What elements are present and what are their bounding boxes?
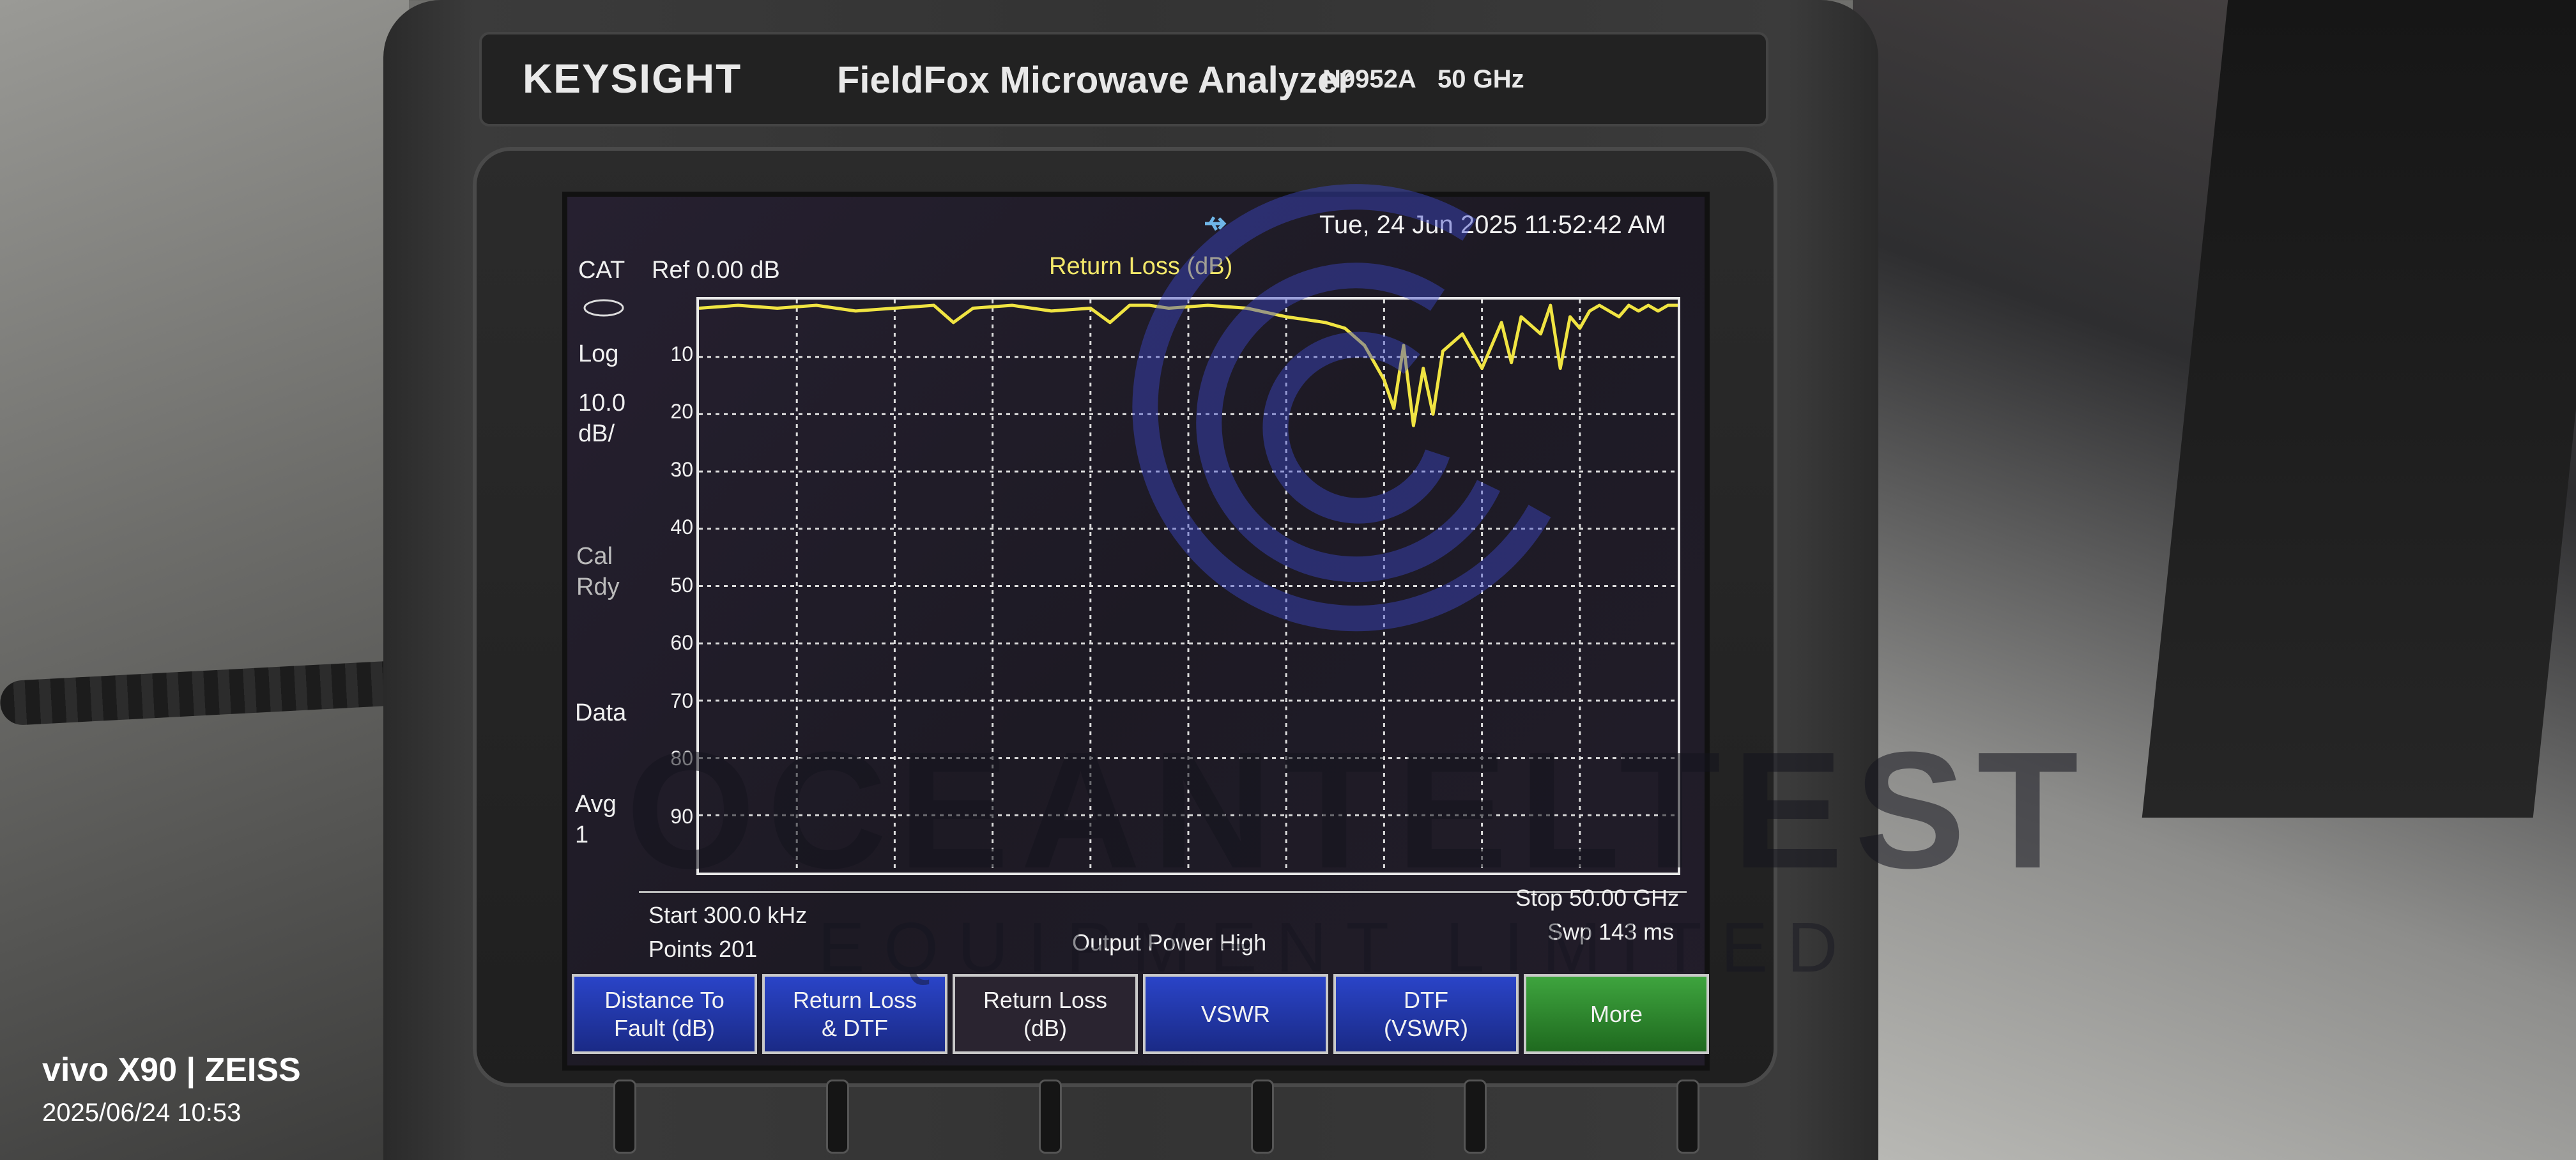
y-tick-label: 10 xyxy=(670,342,693,365)
measurement-title: Return Loss (dB) xyxy=(1049,253,1233,280)
hardware-softkey-row xyxy=(613,1080,1699,1156)
usb-icon xyxy=(1205,216,1227,231)
scale-type: Log xyxy=(578,340,619,367)
hardware-key-2[interactable] xyxy=(825,1080,849,1154)
hardware-key-5[interactable] xyxy=(1464,1080,1487,1154)
cal-status-line2: Rdy xyxy=(576,574,620,600)
y-tick-label: 20 xyxy=(670,400,693,423)
mode-label: CAT xyxy=(578,257,625,284)
status-datetime: Tue, 24 Jun 2025 11:52:42 AM xyxy=(1319,211,1666,239)
instrument-title: FieldFox Microwave Analyzer xyxy=(837,59,1353,101)
camera-timestamp: 2025/06/24 10:53 xyxy=(42,1099,241,1127)
y-tick-label: 60 xyxy=(670,631,693,654)
camera-device-label: vivo X90 | ZEISS xyxy=(42,1051,301,1088)
model-number: N9952A xyxy=(1322,65,1416,93)
hardware-key-4[interactable] xyxy=(1251,1080,1275,1154)
hardware-key-1[interactable] xyxy=(613,1080,636,1154)
model-frequency: 50 GHz xyxy=(1438,65,1524,93)
scale-unit: dB/ xyxy=(578,420,615,447)
y-tick-label: 50 xyxy=(670,573,693,597)
brand: KEYSIGHT xyxy=(511,50,741,107)
reference-level: Ref 0.00 dB xyxy=(652,257,780,284)
y-tick-label: 40 xyxy=(670,515,693,538)
y-tick-label: 70 xyxy=(670,689,693,712)
cal-status-line1: Cal xyxy=(576,543,613,570)
brand-name: KEYSIGHT xyxy=(523,56,742,102)
avg-label: Avg xyxy=(575,791,617,818)
background-left xyxy=(0,0,409,1160)
hardware-key-6[interactable] xyxy=(1676,1080,1699,1154)
y-tick-label: 30 xyxy=(670,457,693,481)
watermark-subtext: EQUIPMENT LIMITED xyxy=(818,908,1857,987)
data-label: Data xyxy=(575,699,627,726)
softkey-distance-to-fault[interactable]: Distance To Fault (dB) xyxy=(572,974,757,1054)
watermark-text: OCEANTELTEST xyxy=(626,718,2090,903)
hardware-key-3[interactable] xyxy=(1038,1080,1062,1154)
avg-value: 1 xyxy=(575,821,589,848)
trace-marker-icon xyxy=(583,299,624,317)
scale-value: 10.0 xyxy=(578,390,625,416)
points-count: Points 201 xyxy=(648,936,758,962)
